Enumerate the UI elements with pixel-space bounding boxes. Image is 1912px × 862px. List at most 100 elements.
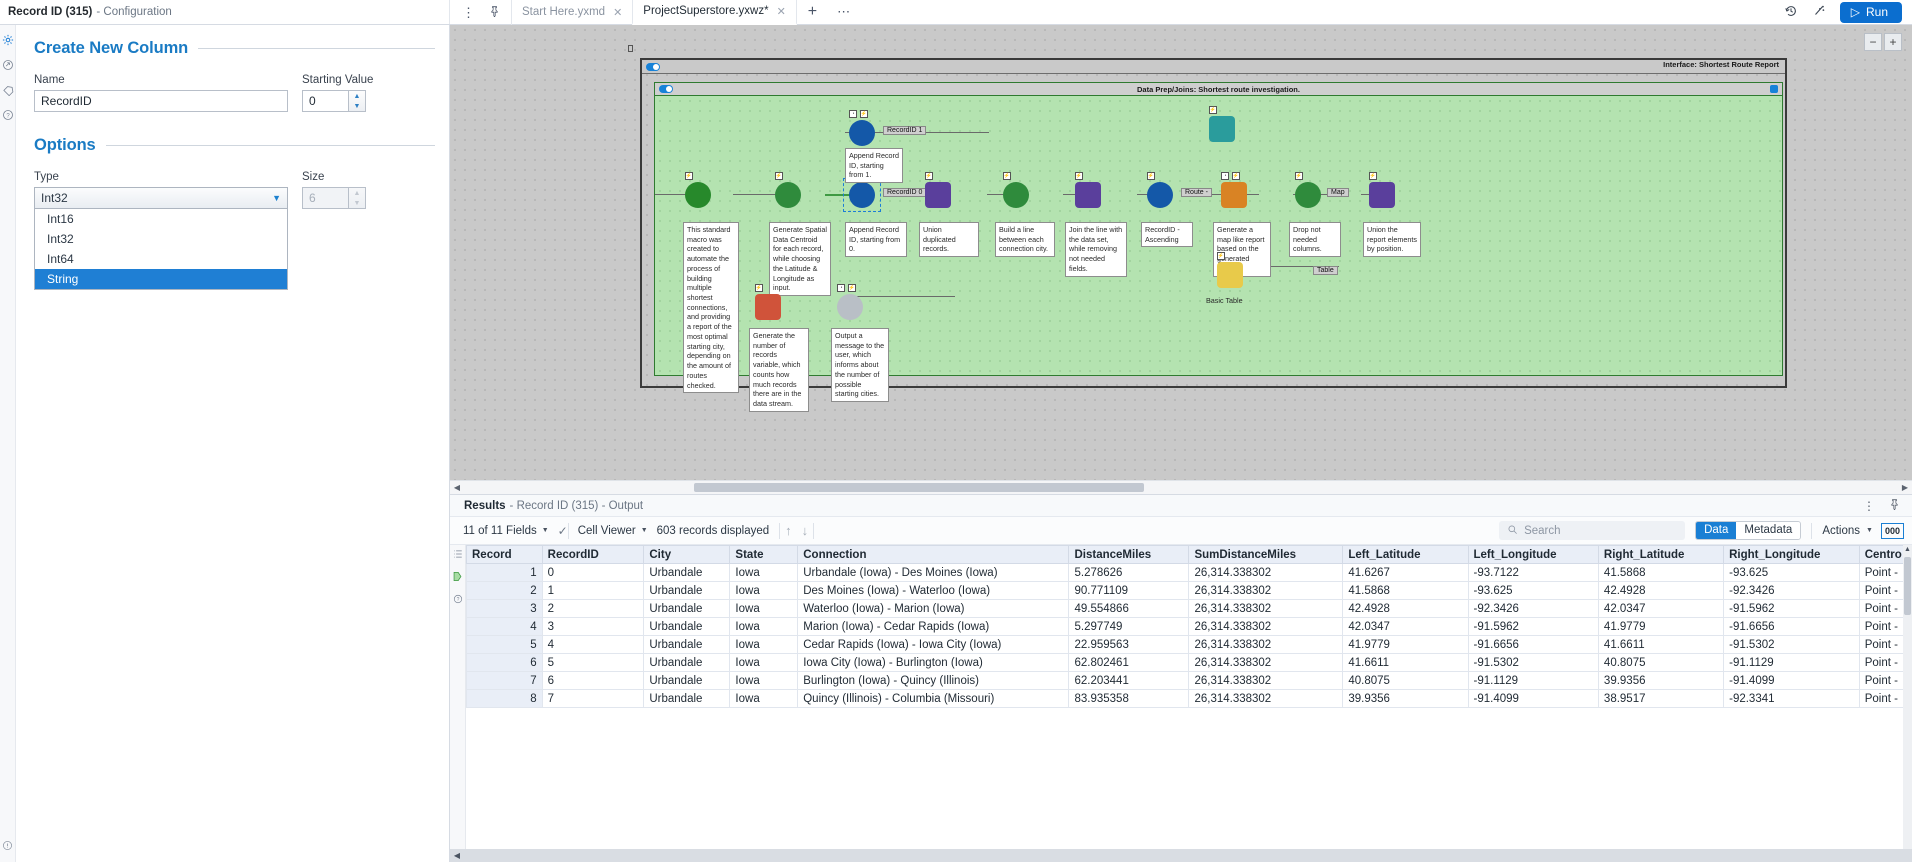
canvas-handle[interactable] xyxy=(628,45,633,52)
fields-selector[interactable]: 11 of 11 Fields ▼ xyxy=(454,525,558,537)
results-search[interactable]: Search xyxy=(1499,521,1686,540)
col-right-latitude[interactable]: Right_Latitude xyxy=(1597,545,1725,564)
scroll-thumb[interactable] xyxy=(1904,557,1911,615)
name-input[interactable] xyxy=(34,90,288,112)
list-icon[interactable] xyxy=(453,549,463,562)
node-message[interactable]: ◔ ⚡ xyxy=(837,284,863,320)
node-select-drop-columns[interactable]: ⚡ xyxy=(1295,172,1321,208)
grid-horizontal-scrollbar[interactable]: ◀ xyxy=(450,849,1912,862)
magic-wand-icon[interactable] xyxy=(1812,4,1826,20)
type-dropdown-trigger[interactable]: Int32 ▼ xyxy=(34,187,288,209)
type-option-int32[interactable]: Int32 xyxy=(35,229,287,249)
output-arrow-icon[interactable] xyxy=(1,58,14,71)
col-distancemiles[interactable]: DistanceMiles xyxy=(1068,545,1190,564)
stepper-down-icon[interactable]: ▼ xyxy=(349,101,365,111)
data-anchor-icon[interactable] xyxy=(452,571,463,585)
node-count-records[interactable]: ⚡ xyxy=(755,284,781,320)
table-row[interactable]: 6 5 Urbandale Iowa Iowa City (Iowa) - Bu… xyxy=(466,653,1912,672)
scroll-up-icon[interactable]: ▲ xyxy=(1904,546,1911,553)
help-icon[interactable]: ? xyxy=(1,108,14,121)
close-icon[interactable]: ✕ xyxy=(777,5,786,18)
collapse-icon[interactable] xyxy=(1770,85,1778,93)
node-record-id-1[interactable]: ◔ ⚡ xyxy=(849,110,875,146)
grid-vertical-scrollbar[interactable]: ▲ xyxy=(1903,545,1912,849)
tool-container-interface[interactable]: Interface: Shortest Route Report Data Pr… xyxy=(640,58,1787,412)
container-toggle[interactable] xyxy=(646,62,660,71)
col-recordid[interactable]: RecordID xyxy=(541,545,645,564)
apply-check-icon[interactable]: ✓ xyxy=(558,524,568,538)
scroll-right-icon[interactable]: ▶ xyxy=(1898,483,1912,492)
gear-icon[interactable] xyxy=(1,33,14,46)
cell-right-lat: 39.9356 xyxy=(1597,671,1725,690)
col-left-latitude[interactable]: Left_Latitude xyxy=(1342,545,1469,564)
col-city[interactable]: City xyxy=(643,545,731,564)
stepper-up-icon[interactable]: ▲ xyxy=(349,91,365,101)
canvas-horizontal-scrollbar[interactable]: ◀ ▶ xyxy=(450,480,1912,494)
stepper-down-icon[interactable]: ▼ xyxy=(349,198,365,208)
pin-icon[interactable] xyxy=(489,5,500,19)
scroll-down-button[interactable]: ↓ xyxy=(797,523,814,538)
results-grid[interactable]: Record RecordID City State Connection Di… xyxy=(466,545,1912,849)
tab-list: Start Here.yxmd ✕ ProjectSuperstore.yxwz… xyxy=(511,0,859,25)
run-button[interactable]: ▷ Run xyxy=(1839,1,1902,23)
kebab-menu-icon[interactable]: ⋮ xyxy=(1863,499,1875,513)
node-report-map[interactable]: ◔ ⚡ xyxy=(1221,172,1247,208)
size-input[interactable] xyxy=(302,187,348,209)
table-row[interactable]: 5 4 Urbandale Iowa Cedar Rapids (Iowa) -… xyxy=(466,635,1912,654)
tab-metadata[interactable]: Metadata xyxy=(1736,522,1801,539)
node-build-line[interactable]: ⚡ xyxy=(1003,172,1029,208)
col-record[interactable]: Record xyxy=(466,545,543,564)
pin-icon[interactable] xyxy=(1889,498,1900,513)
table-row[interactable]: 7 6 Urbandale Iowa Burlington (Iowa) - Q… xyxy=(466,671,1912,690)
col-right-longitude[interactable]: Right_Longitude xyxy=(1723,545,1860,564)
add-tab-button[interactable]: + xyxy=(797,0,828,25)
config-status-icon[interactable] xyxy=(2,840,13,854)
actions-menu[interactable]: Actions ▼ xyxy=(1812,525,1881,537)
node-union-duplicates[interactable]: ⚡ xyxy=(925,172,951,208)
node-basic-table[interactable]: ⚡ xyxy=(1217,252,1243,288)
type-option-int64[interactable]: Int64 xyxy=(35,249,287,269)
type-option-string[interactable]: String xyxy=(35,269,287,289)
cell-right-lon: -93.625 xyxy=(1723,563,1860,582)
cell-viewer-selector[interactable]: Cell Viewer ▼ xyxy=(569,525,657,537)
history-icon[interactable] xyxy=(1784,4,1798,20)
node-join[interactable]: ⚡ xyxy=(1075,172,1101,208)
table-row[interactable]: 3 2 Urbandale Iowa Waterloo (Iowa) - Mar… xyxy=(466,599,1912,618)
type-option-int16[interactable]: Int16 xyxy=(35,209,287,229)
col-sumdistancemiles[interactable]: SumDistanceMiles xyxy=(1188,545,1344,564)
tab-project-superstore[interactable]: ProjectSuperstore.yxwz* ✕ xyxy=(632,0,797,25)
table-row[interactable]: 8 7 Urbandale Iowa Quincy (Illinois) - C… xyxy=(466,689,1912,708)
help-icon[interactable]: ? xyxy=(453,594,463,607)
scroll-track[interactable] xyxy=(464,483,1898,492)
node-sort[interactable]: ⚡ xyxy=(1147,172,1173,208)
table-row[interactable]: 2 1 Urbandale Iowa Des Moines (Iowa) - W… xyxy=(466,581,1912,600)
cell-city: Urbandale xyxy=(643,671,731,690)
tag-icon[interactable] xyxy=(1,83,14,96)
more-tabs-button[interactable]: ⋯ xyxy=(828,0,859,25)
starting-value-input[interactable] xyxy=(302,90,348,112)
kebab-menu-icon[interactable]: ⋮ xyxy=(462,6,475,19)
node-browse[interactable]: ⚡ xyxy=(1209,106,1235,142)
workflow-canvas[interactable]: − + Interface: Shortest Route Report Dat… xyxy=(450,25,1912,480)
node-spatial-centroid[interactable]: ⚡ xyxy=(775,172,801,208)
table-row[interactable]: 4 3 Urbandale Iowa Marion (Iowa) - Cedar… xyxy=(466,617,1912,636)
col-left-longitude[interactable]: Left_Longitude xyxy=(1467,545,1599,564)
zoom-out-button[interactable]: − xyxy=(1864,33,1882,51)
col-state[interactable]: State xyxy=(729,545,799,564)
tab-start-here[interactable]: Start Here.yxmd ✕ xyxy=(511,0,634,25)
tool-container-dataprep[interactable]: Data Prep/Joins: Shortest route investig… xyxy=(654,82,1783,412)
zoom-in-button[interactable]: + xyxy=(1884,33,1902,51)
node-record-id-0[interactable]: ◔ ⚡ xyxy=(849,172,875,208)
zero-count-badge[interactable]: 000 xyxy=(1880,522,1904,539)
scroll-left-icon[interactable]: ◀ xyxy=(450,483,464,492)
tab-data[interactable]: Data xyxy=(1696,522,1737,539)
node-union-report[interactable]: ⚡ xyxy=(1369,172,1395,208)
scroll-up-button[interactable]: ↑ xyxy=(780,523,797,538)
stepper-up-icon[interactable]: ▲ xyxy=(349,188,365,198)
scroll-left-icon[interactable]: ◀ xyxy=(450,851,464,860)
node-macro-shortest-route[interactable]: ⚡ xyxy=(685,172,711,208)
close-icon[interactable]: ✕ xyxy=(613,6,622,19)
scroll-thumb[interactable] xyxy=(694,483,1144,492)
table-row[interactable]: 1 0 Urbandale Iowa Urbandale (Iowa) - De… xyxy=(466,563,1912,582)
col-connection[interactable]: Connection xyxy=(797,545,1070,564)
